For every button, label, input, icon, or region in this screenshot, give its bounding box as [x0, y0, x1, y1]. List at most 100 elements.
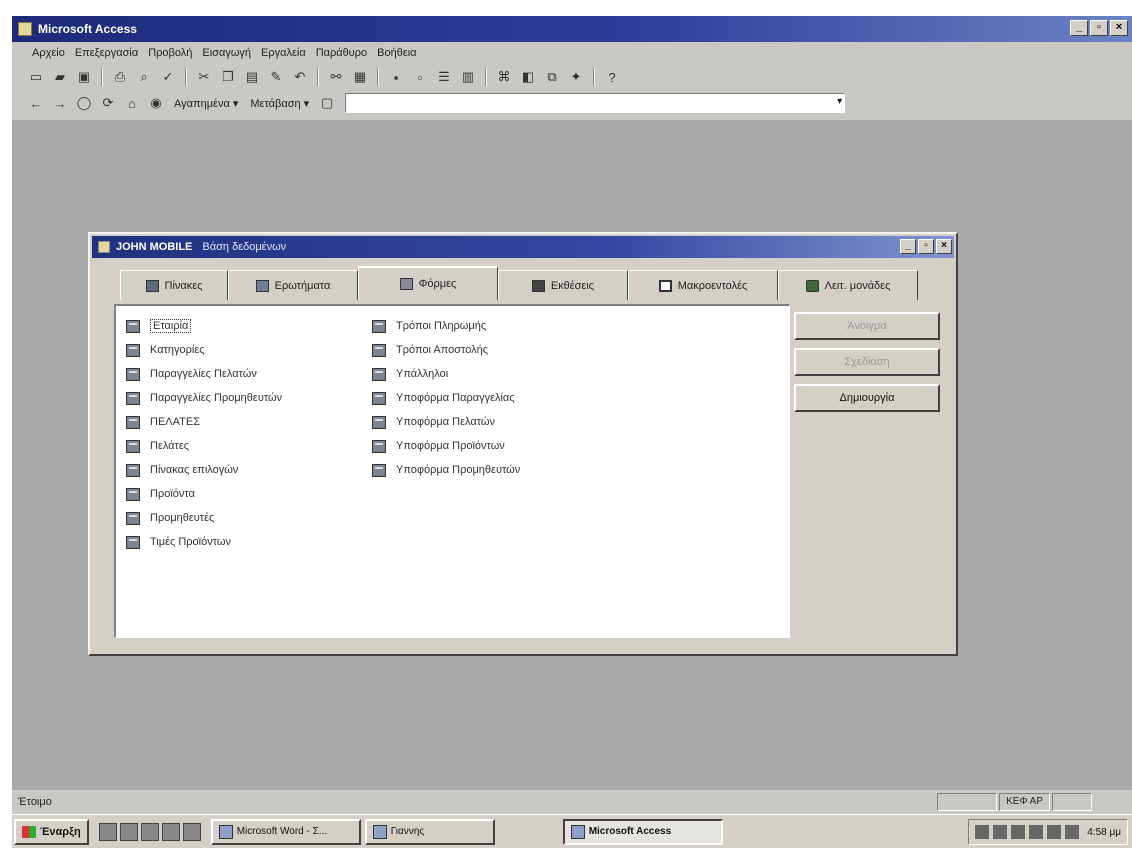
design-button[interactable]: Σχεδίαση [794, 348, 940, 376]
help-icon[interactable]: ? [602, 67, 622, 87]
list-item[interactable]: Παραγγελίες Προμηθευτών [126, 386, 282, 410]
list-view-icon[interactable]: ☰ [434, 67, 454, 87]
favorites-menu[interactable]: Αγαπημένα ▾ [170, 97, 242, 110]
menu-help[interactable]: Βοήθεια [377, 47, 416, 59]
properties-icon[interactable]: ◧ [518, 67, 538, 87]
maximize-button[interactable]: ▫ [1090, 20, 1108, 36]
new-button[interactable]: Δημιουργία [794, 384, 940, 412]
tray-icon[interactable] [975, 825, 990, 839]
clock[interactable]: 4:58 μμ [1087, 827, 1121, 838]
list-item-label: ΠΕΛΑΤΕΣ [150, 416, 201, 428]
list-item[interactable]: Υποφόρμα Προμηθευτών [372, 458, 520, 482]
quick-launch-icon[interactable] [161, 822, 180, 841]
list-item[interactable]: Πίνακας επιλογών [126, 458, 282, 482]
db-minimize-button[interactable]: _ [900, 239, 916, 254]
open-button[interactable]: Άνοιγμα [794, 312, 940, 340]
print-icon[interactable]: ⎙ [110, 67, 130, 87]
toolbar-separator [185, 68, 187, 86]
undo-icon[interactable]: ↶ [290, 67, 310, 87]
minimize-button[interactable]: _ [1070, 20, 1088, 36]
menu-view[interactable]: Προβολή [148, 47, 192, 59]
quick-launch-icon[interactable] [119, 822, 138, 841]
show-only-web-toolbar-icon[interactable]: ▢ [317, 93, 337, 113]
db-maximize-button[interactable]: ▫ [918, 239, 934, 254]
format-painter-icon[interactable]: ✎ [266, 67, 286, 87]
database-window-titlebar[interactable]: JOHN MOBILE Βάση δεδομένων _ ▫ × [92, 236, 954, 258]
quick-launch-icon[interactable] [98, 822, 117, 841]
close-button[interactable]: × [1110, 20, 1128, 36]
address-input[interactable]: ▾ [345, 93, 846, 113]
open-icon[interactable]: ▰ [50, 67, 70, 87]
tab-queries[interactable]: Ερωτήματα [228, 270, 358, 300]
analyze-icon[interactable]: ▦ [350, 67, 370, 87]
tab-forms[interactable]: Φόρμες [358, 266, 498, 300]
form-icon [126, 415, 140, 429]
menu-tools[interactable]: Εργαλεία [261, 47, 306, 59]
relationships-icon[interactable]: ⧉ [542, 67, 562, 87]
list-item[interactable]: Κατηγορίες [126, 338, 282, 362]
forms-column-2: Τρόποι Πληρωμής Τρόποι Αποστολής Υπάλληλ… [372, 314, 520, 482]
tray-icon[interactable] [1029, 825, 1044, 839]
taskbar-item-access[interactable]: Microsoft Access [562, 818, 723, 845]
tray-icon[interactable] [993, 825, 1008, 839]
taskbar-item-word[interactable]: Microsoft Word - Σ... [210, 818, 361, 845]
quick-launch-icon[interactable] [182, 822, 201, 841]
code-icon[interactable]: ⌘ [494, 67, 514, 87]
cut-icon[interactable]: ✂ [194, 67, 214, 87]
form-icon [372, 415, 386, 429]
list-item[interactable]: Τρόποι Πληρωμής [372, 314, 520, 338]
tab-tables[interactable]: Πίνακες [120, 270, 228, 300]
tab-reports[interactable]: Εκθέσεις [498, 270, 628, 300]
menu-file[interactable]: Αρχείο [32, 47, 65, 59]
start-button[interactable]: Έναρξη [14, 818, 89, 845]
save-icon[interactable]: ▣ [74, 67, 94, 87]
list-item[interactable]: Τρόποι Αποστολής [372, 338, 520, 362]
menu-window[interactable]: Παράθυρο [316, 47, 367, 59]
new-object-icon[interactable]: ✦ [566, 67, 586, 87]
tray-icon[interactable] [1047, 825, 1062, 839]
back-icon[interactable]: ← [26, 93, 46, 113]
forms-list: Εταιρία Κατηγορίες Παραγγελίες Πελατών Π… [114, 304, 790, 638]
taskbar-item-folder[interactable]: Γιαννης [364, 818, 495, 845]
form-icon [126, 535, 140, 549]
menu-edit[interactable]: Επεξεργασία [75, 47, 138, 59]
home-icon[interactable]: ⌂ [122, 93, 142, 113]
tab-label: Εκθέσεις [550, 279, 595, 292]
small-icons-icon[interactable]: ▫ [410, 67, 430, 87]
list-item[interactable]: Υποφόρμα Παραγγελίας [372, 386, 520, 410]
list-item[interactable]: Υποφόρμα Προϊόντων [372, 434, 520, 458]
list-item[interactable]: Υποφόρμα Πελατών [372, 410, 520, 434]
office-links-icon[interactable]: ⚯ [326, 67, 346, 87]
database-subtitle: Βάση δεδομένων [202, 241, 287, 253]
list-item[interactable]: Εταιρία [126, 314, 282, 338]
tray-icon[interactable] [1065, 825, 1080, 839]
spelling-icon[interactable]: ✓ [158, 67, 178, 87]
copy-icon[interactable]: ❐ [218, 67, 238, 87]
db-close-button[interactable]: × [936, 239, 952, 254]
print-preview-icon[interactable]: ⌕ [134, 67, 154, 87]
list-item[interactable]: Υπάλληλοι [372, 362, 520, 386]
new-icon[interactable]: ▭ [26, 67, 46, 87]
report-icon [531, 279, 545, 292]
large-icons-icon[interactable]: ▪ [386, 67, 406, 87]
tab-macros[interactable]: Μακροεντολές [628, 270, 778, 300]
details-view-icon[interactable]: ▥ [458, 67, 478, 87]
list-item[interactable]: Πελάτες [126, 434, 282, 458]
chevron-down-icon[interactable]: ▾ [837, 96, 842, 107]
tray-icon[interactable] [1011, 825, 1026, 839]
stop-icon[interactable]: ◯ [74, 93, 94, 113]
tab-modules[interactable]: Λειτ. μονάδες [778, 270, 918, 300]
list-item[interactable]: Τιμές Προϊόντων [126, 530, 282, 554]
menu-insert[interactable]: Εισαγωγή [202, 47, 251, 59]
list-item[interactable]: Προμηθευτές [126, 506, 282, 530]
list-item[interactable]: Παραγγελίες Πελατών [126, 362, 282, 386]
goto-menu[interactable]: Μετάβαση ▾ [246, 97, 313, 110]
list-item[interactable]: ΠΕΛΑΤΕΣ [126, 410, 282, 434]
search-web-icon[interactable]: ◉ [146, 93, 166, 113]
quick-launch-icon[interactable] [140, 822, 159, 841]
start-label: Έναρξη [40, 825, 81, 838]
paste-icon[interactable]: ▤ [242, 67, 262, 87]
list-item[interactable]: Προϊόντα [126, 482, 282, 506]
forward-icon[interactable]: → [50, 93, 70, 113]
refresh-icon[interactable]: ⟳ [98, 93, 118, 113]
